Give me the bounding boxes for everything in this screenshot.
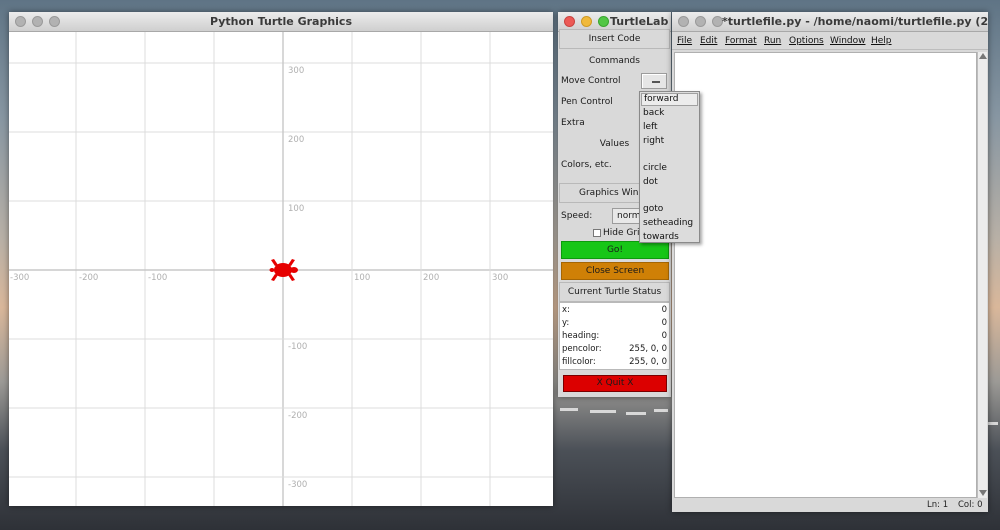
- y-tick-label: -300: [288, 480, 307, 490]
- extra-label[interactable]: Extra: [561, 118, 585, 128]
- status-line: Ln: 1: [927, 500, 949, 510]
- move-control-label: Move Control: [561, 76, 621, 86]
- background-boat: [626, 412, 646, 415]
- quit-button[interactable]: X Quit X: [563, 375, 667, 392]
- background-boat: [654, 409, 668, 412]
- pen-control-label[interactable]: Pen Control: [561, 97, 613, 107]
- y-tick-label: -100: [288, 342, 307, 352]
- status-row-pencolor: pencolor: 255, 0, 0: [562, 343, 667, 356]
- menu-item-dot[interactable]: dot: [641, 176, 698, 189]
- move-control-menubutton[interactable]: [641, 73, 667, 89]
- editor-window: *turtlefile.py - /home/naomi/turtlefile.…: [672, 12, 988, 512]
- status-value: 0: [661, 331, 667, 341]
- status-row-fillcolor: fillcolor: 255, 0, 0: [562, 356, 667, 369]
- editor-titlebar: *turtlefile.py - /home/naomi/turtlefile.…: [672, 12, 988, 32]
- turtle-window-title: Python Turtle Graphics: [209, 15, 353, 28]
- insert-code-button[interactable]: Insert Code: [559, 29, 670, 49]
- background-boat: [590, 410, 616, 413]
- minimize-window-button[interactable]: [581, 16, 592, 27]
- status-row-x: x: 0: [562, 304, 667, 317]
- x-tick-label: -300: [10, 273, 29, 283]
- status-key: pencolor:: [562, 344, 602, 354]
- menu-format[interactable]: Format: [725, 36, 757, 46]
- x-tick-label: -200: [79, 273, 98, 283]
- status-key: x:: [562, 305, 570, 315]
- code-editor-area[interactable]: [674, 52, 977, 498]
- menu-separator: [641, 190, 698, 203]
- menu-edit[interactable]: Edit: [700, 36, 717, 46]
- status-value: 255, 0, 0: [629, 344, 667, 354]
- status-row-y: y: 0: [562, 317, 667, 330]
- background-boat: [560, 408, 578, 411]
- menu-item-forward[interactable]: forward: [641, 93, 698, 106]
- status-column: Col: 0: [958, 500, 983, 510]
- scroll-up-arrow-icon[interactable]: [979, 53, 987, 59]
- maximize-window-button[interactable]: [49, 16, 60, 27]
- scroll-down-arrow-icon[interactable]: [979, 490, 987, 496]
- close-window-button[interactable]: [678, 16, 689, 27]
- status-key: y:: [562, 318, 570, 328]
- minimize-window-button[interactable]: [32, 16, 43, 27]
- minimize-window-button[interactable]: [695, 16, 706, 27]
- menu-item-back[interactable]: back: [641, 107, 698, 120]
- y-tick-label: 200: [288, 135, 304, 145]
- menu-item-right[interactable]: right: [641, 135, 698, 148]
- menu-help[interactable]: Help: [871, 36, 892, 46]
- x-tick-label: 100: [354, 273, 370, 283]
- maximize-window-button[interactable]: [598, 16, 609, 27]
- status-row-heading: heading: 0: [562, 330, 667, 343]
- x-tick-label: 200: [423, 273, 439, 283]
- menu-item-left[interactable]: left: [641, 121, 698, 134]
- menu-item-setheading[interactable]: setheading: [641, 217, 698, 230]
- speed-label: Speed:: [561, 211, 593, 221]
- status-value: 255, 0, 0: [629, 357, 667, 367]
- menu-separator: [641, 149, 698, 162]
- menu-window[interactable]: Window: [830, 36, 866, 46]
- y-tick-label: 100: [288, 204, 304, 214]
- menu-run[interactable]: Run: [764, 36, 781, 46]
- x-tick-label: 300: [492, 273, 508, 283]
- menu-indicator-icon: [652, 81, 660, 83]
- close-window-button[interactable]: [564, 16, 575, 27]
- x-tick-label: -100: [148, 273, 167, 283]
- menu-item-goto[interactable]: goto: [641, 203, 698, 216]
- menu-options[interactable]: Options: [789, 36, 824, 46]
- menu-file[interactable]: File: [677, 36, 692, 46]
- status-value: 0: [661, 305, 667, 315]
- turtle-icon: [269, 259, 298, 281]
- editor-statusbar: Ln: 1 Col: 0: [672, 498, 988, 512]
- colors-label[interactable]: Colors, etc.: [561, 160, 612, 170]
- turtle-canvas[interactable]: -300 -200 -100 100 200 300 300200100-100-200-…: [9, 32, 553, 506]
- background-boat: [988, 422, 998, 425]
- status-key: fillcolor:: [562, 357, 596, 367]
- x-axis-labels: -300 -200 -100 100 200 300: [10, 273, 508, 283]
- close-window-button[interactable]: [15, 16, 26, 27]
- turtle-status-panel: x: 0 y: 0 heading: 0 pencolor: 255, 0, 0…: [559, 302, 670, 370]
- menu-item-circle[interactable]: circle: [641, 162, 698, 175]
- y-tick-label: 300: [288, 66, 304, 76]
- menu-item-towards[interactable]: towards: [641, 231, 698, 244]
- turtle-window-titlebar: Python Turtle Graphics: [9, 12, 553, 32]
- status-value: 0: [661, 318, 667, 328]
- editor-title: *turtlefile.py - /home/naomi/turtlefile.…: [722, 15, 988, 28]
- y-tick-label: -200: [288, 411, 307, 421]
- turtle-status-title: Current Turtle Status: [559, 282, 670, 302]
- status-key: heading:: [562, 331, 600, 341]
- move-control-dropdown: forward back left right circle dot goto …: [639, 91, 700, 243]
- editor-menubar: File Edit Format Run Options Window Help: [672, 32, 988, 50]
- hide-grid-checkbox[interactable]: [593, 229, 601, 237]
- turtle-graphics-window: Python Turtle Graphics -300 -200 -100 100 20…: [9, 12, 553, 506]
- close-screen-button[interactable]: Close Screen: [561, 262, 669, 280]
- commands-header: Commands: [589, 56, 640, 66]
- vertical-scrollbar[interactable]: [977, 52, 987, 498]
